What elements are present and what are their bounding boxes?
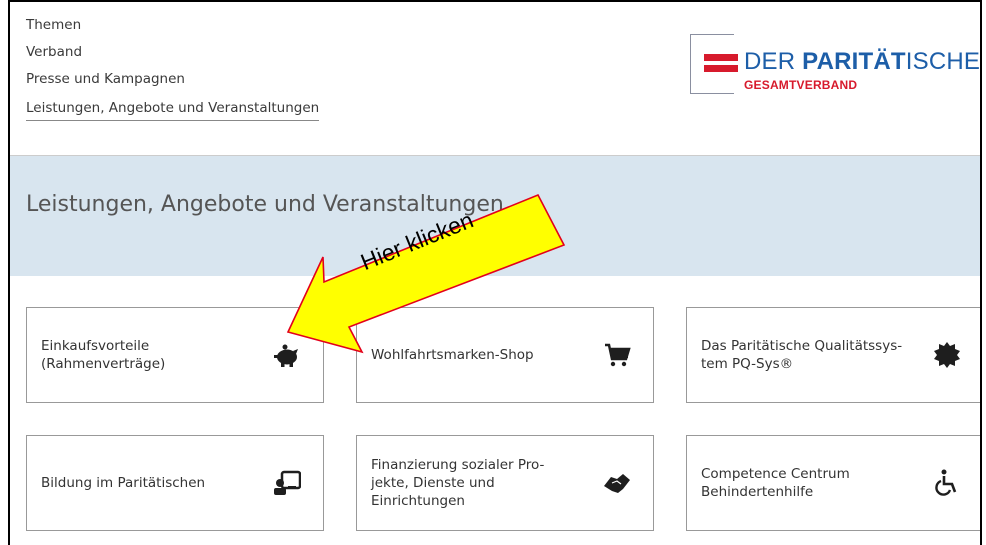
tile-wohlfahrtsmarken-shop[interactable]: Wohlfahrtsmarken-Shop <box>356 307 654 403</box>
logo-equals-bar-top <box>704 54 738 61</box>
tile-label: Finanzierung sozialer Pro-jekte, Dienste… <box>371 457 545 509</box>
logo-name: DER PARITÄTISCHE <box>744 48 980 76</box>
handshake-icon <box>604 474 630 493</box>
logo-subtitle: GESAMTVERBAND <box>744 78 858 92</box>
tile-label: Einkaufsvorteile (Rahmenverträge) <box>41 338 166 372</box>
logo-name-prefix: DER <box>744 48 803 75</box>
nav-item-themen[interactable]: Themen <box>26 16 319 34</box>
teacher-board-icon <box>274 470 301 495</box>
nav-item-presse-und-kampagnen[interactable]: Presse und Kampagnen <box>26 70 319 88</box>
page-title: Leistungen, Angebote und Veranstaltungen <box>26 192 504 217</box>
tile-finanzierung[interactable]: Finanzierung sozialer Pro-jekte, Dienste… <box>356 435 654 531</box>
logo-equals-bar-bottom <box>704 65 738 72</box>
page-title-band: Leistungen, Angebote und Veranstaltungen <box>10 156 980 276</box>
nav-item-leistungen[interactable]: Leistungen, Angebote und Veranstaltungen <box>26 99 320 121</box>
tile-label: Competence Centrum Behindertenhilfe <box>701 466 850 500</box>
piggy-bank-icon <box>274 344 298 367</box>
tile-bildung[interactable]: Bildung im Paritätischen <box>26 435 324 531</box>
shopping-cart-icon <box>605 343 631 367</box>
nav-item-verband[interactable]: Verband <box>26 43 319 61</box>
page-frame: Themen Verband Presse und Kampagnen Leis… <box>8 0 982 545</box>
wheelchair-icon <box>935 469 957 496</box>
tile-label: Bildung im Paritätischen <box>41 475 206 491</box>
tile-einkaufsvorteile[interactable]: Einkaufsvorteile (Rahmenverträge) <box>26 307 324 403</box>
paritaetische-logo[interactable]: DER PARITÄTISCHE GESAMTVERBAND <box>690 34 980 96</box>
tile-label: Das Paritätische Qualitätssys-tem PQ-Sys… <box>701 338 903 372</box>
tile-qualitaetssystem[interactable]: Das Paritätische Qualitätssys-tem PQ-Sys… <box>686 307 980 403</box>
logo-bracket <box>690 34 734 94</box>
tile-label: Wohlfahrtsmarken-Shop <box>371 347 534 363</box>
quality-seal-icon <box>934 342 960 368</box>
logo-name-suffix: ISCHE <box>905 48 981 75</box>
top-navigation: Themen Verband Presse und Kampagnen Leis… <box>26 16 320 130</box>
logo-name-bold: PARITÄT <box>802 48 906 75</box>
tile-competence-centrum[interactable]: Competence Centrum Behindertenhilfe <box>686 435 980 531</box>
